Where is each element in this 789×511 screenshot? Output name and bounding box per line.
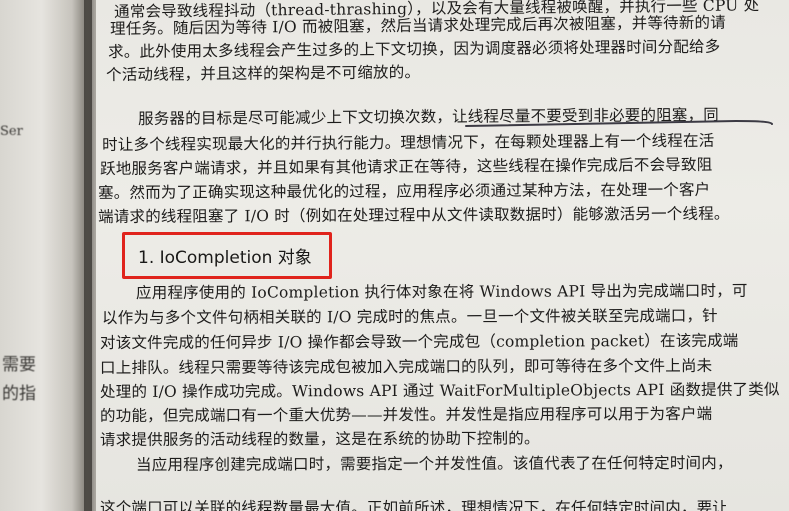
text-line: 口上排队。线程只需要等待该完成包被加入完成端口的队列，即可等待在多个文件上尚未 <box>100 356 713 377</box>
paragraph-start-line: 服务器的目标是尽可能减少上下文切换次数，让线程尽量不要受到非必要的阻塞，同 <box>138 105 720 128</box>
text-line: 求。此外使用太多线程会产生过多的上下文切换，因为调度器必须将处理器时间分配给多 <box>108 37 721 61</box>
paragraph-start-line: 应用程序使用的 IoCompletion 执行体对象在将 Windows API… <box>136 281 748 302</box>
text-line: 处理的 I/O 操作成功完成。Windows API 通过 WaitForMul… <box>100 380 780 401</box>
text-line: 个活动线程，并且这样的架构是不可缩放的。 <box>106 63 421 84</box>
text-line: 对该文件完成的任何异步 I/O 操作都会导致一个完成包（completion p… <box>100 331 739 352</box>
left-page-fragment-code: Ser <box>0 124 23 139</box>
text-line: 时让多个线程实现最大化的并行执行能力。理想情况下，在每颗处理器上有一个线程在活 <box>102 131 715 154</box>
left-page: Ser 需要 的指 <box>0 0 92 511</box>
text-line: 塞。然而为了正确实现这种最优化的过程，应用程序必须通过某种方法，在处理一个客户 <box>98 180 711 202</box>
text-line: 端请求的线程阻塞了 I/O 时（例如在处理过程中从文件读取数据时）能够激活另一个… <box>98 204 730 226</box>
paragraph-start-line: 当应用程序创建完成端口时，需要指定一个并发性值。该值代表了在任何特定时间内， <box>136 453 733 474</box>
text-line-partial: 这个端口可以关联的线程数量最大值。正如前所述，理想情况下，在任何特定时间内，要让 <box>100 499 729 511</box>
text-line: 的功能，但完成端口有一个重大优势——并发性。并发性是指应用程序可以用于为客户端 <box>100 404 713 425</box>
section-heading: 1. IoCompletion 对象 <box>138 248 312 268</box>
left-page-fragment-1: 需要 <box>2 355 36 375</box>
book-photo: Ser 需要 的指 通常会导致线程抖动（thread-thrashing），以及… <box>0 0 789 511</box>
text-line: 请求提供服务的活动线程的数量，这是在系统的协助下控制的。 <box>100 429 540 449</box>
text-line: 以作为与多个文件句柄相关联的 I/O 完成时的焦点。一旦一个文件被关联至完成端口… <box>102 306 718 327</box>
cut-off-line-container: 这个端口可以关联的线程数量最大值。正如前所述，理想情况下，在任何特定时间内，要让 <box>96 498 789 511</box>
right-page: 通常会导致线程抖动（thread-thrashing），以及会有大量线程被唤醒，… <box>96 0 789 511</box>
left-page-fragment-2: 的指 <box>2 384 36 404</box>
text-line: 跃地服务客户端请求，并且如果有其他请求正在等待，这些线程在操作完成后不会导致阻 <box>100 155 713 178</box>
